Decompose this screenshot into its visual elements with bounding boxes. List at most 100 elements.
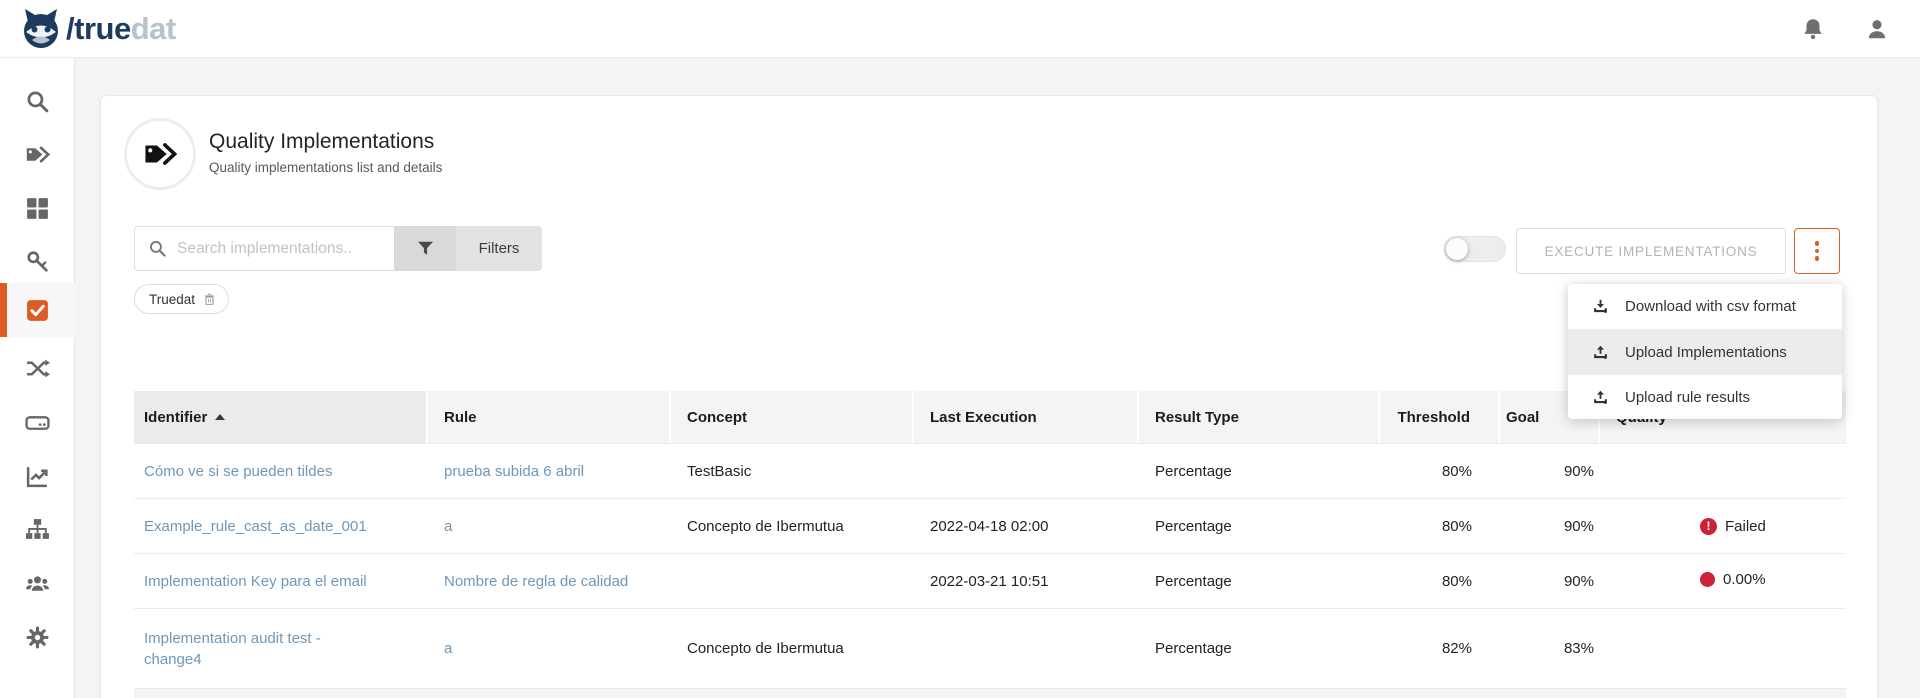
sidebar-item-search[interactable] <box>0 74 75 128</box>
sort-asc-icon <box>215 414 225 420</box>
sidebar-item-settings[interactable] <box>0 610 75 664</box>
sitemap-icon <box>25 517 50 542</box>
user-avatar-icon[interactable] <box>1864 16 1890 42</box>
topbar: /truedat <box>0 0 1920 58</box>
result-type-cell: Percentage <box>1139 640 1380 657</box>
rule-link[interactable]: prueba subida 6 abril <box>444 463 584 480</box>
logo-wordmark: /truedat <box>66 7 176 51</box>
hard-drive-icon <box>25 410 50 435</box>
quality-value-label: 0.00% <box>1723 571 1766 588</box>
implementation-link[interactable]: Implementation audit test - change4 <box>144 628 344 670</box>
failed-alert-icon: ! <box>1700 518 1717 535</box>
goal-cell: 90% <box>1500 573 1600 590</box>
search-icon <box>25 89 50 114</box>
filter-chip-label: Truedat <box>149 292 195 307</box>
tags-icon <box>143 139 177 169</box>
result-type-cell: Percentage <box>1139 573 1380 590</box>
last-execution-cell: 2022-03-21 10:51 <box>914 573 1139 590</box>
concept-cell: Concepto de Ibermutua <box>671 640 914 657</box>
app-root: /truedat <box>0 0 1920 698</box>
menu-item-label: Upload rule results <box>1625 389 1750 406</box>
actions-dropdown-menu: Download with csv format Upload Implemen… <box>1568 284 1842 419</box>
table-row[interactable]: Cómo ve si se pueden tildes prueba subid… <box>134 443 1846 498</box>
goal-cell: 90% <box>1500 463 1600 480</box>
implementation-link[interactable]: Cómo ve si se pueden tildes <box>144 463 332 480</box>
check-square-icon <box>25 298 50 323</box>
tags-icon <box>25 142 50 167</box>
filter-chip-truedat[interactable]: Truedat <box>134 284 229 314</box>
result-type-cell: Percentage <box>1139 518 1380 535</box>
search-box <box>134 226 394 271</box>
quality-cell: ! Failed <box>1600 517 1846 535</box>
sidebar-item-shuffle[interactable] <box>0 341 75 395</box>
sidebar-item-chart[interactable] <box>0 449 75 503</box>
sidebar-item-grid[interactable] <box>0 181 75 235</box>
quality-status-label: Failed <box>1725 518 1766 535</box>
threshold-cell: 80% <box>1380 463 1500 480</box>
grid-icon <box>25 196 50 221</box>
quality-implementations-card: Quality Implementations Quality implemen… <box>100 95 1878 698</box>
sidebar-item-quality[interactable] <box>0 283 75 337</box>
concept-cell: TestBasic <box>671 463 914 480</box>
truedat-logo[interactable]: /truedat <box>18 7 176 51</box>
implementations-table: Identifier Rule Concept Last Execution R… <box>134 391 1846 698</box>
menu-item-label: Upload Implementations <box>1625 344 1787 361</box>
sidebar-nav <box>0 58 75 698</box>
execute-toggle[interactable] <box>1444 236 1506 262</box>
filters-button[interactable]: Filters <box>456 226 542 271</box>
search-input[interactable] <box>177 240 377 258</box>
toggle-knob <box>1446 238 1468 260</box>
column-header-threshold[interactable]: Threshold <box>1380 391 1500 443</box>
last-execution-cell: 2022-04-18 02:00 <box>914 518 1139 535</box>
menu-item-label: Download with csv format <box>1625 298 1796 315</box>
chart-line-icon <box>25 464 50 489</box>
sidebar-item-sitemap[interactable] <box>0 502 75 556</box>
implementation-link[interactable]: Implementation Key para el email <box>144 573 367 590</box>
sidebar-item-storage[interactable] <box>0 395 75 449</box>
column-header-result-type[interactable]: Result Type <box>1139 391 1380 443</box>
upload-icon <box>1592 344 1609 361</box>
sidebar-item-users[interactable] <box>0 556 75 610</box>
threshold-cell: 80% <box>1380 518 1500 535</box>
goal-cell: 83% <box>1500 640 1600 657</box>
table-row[interactable]: Example_rule_cast_as_date_001 a Concepto… <box>134 498 1846 553</box>
error-dot-icon <box>1700 572 1715 587</box>
trash-icon[interactable] <box>203 293 216 306</box>
threshold-cell: 82% <box>1380 640 1500 657</box>
column-header-rule[interactable]: Rule <box>428 391 671 443</box>
rule-link[interactable]: a <box>444 640 452 657</box>
more-actions-button[interactable] <box>1794 228 1840 274</box>
gear-icon <box>25 625 50 650</box>
quality-cell: 0.00% <box>1600 571 1846 591</box>
column-header-identifier[interactable]: Identifier <box>134 391 428 443</box>
result-type-cell: Percentage <box>1139 463 1380 480</box>
execute-implementations-button[interactable]: EXECUTE IMPLEMENTATIONS <box>1516 228 1786 274</box>
owl-logo-icon <box>18 7 64 51</box>
key-icon <box>25 249 50 274</box>
next-row-partial <box>134 688 1846 698</box>
table-row[interactable]: Implementation audit test - change4 a Co… <box>134 608 1846 688</box>
menu-item-upload-implementations[interactable]: Upload Implementations <box>1568 329 1842 374</box>
concept-cell: Concepto de Ibermutua <box>671 518 914 535</box>
filters-funnel-button[interactable] <box>394 226 456 271</box>
menu-item-download-csv[interactable]: Download with csv format <box>1568 284 1842 329</box>
shuffle-icon <box>25 356 50 381</box>
rule-link[interactable]: a <box>444 518 452 535</box>
implementation-link[interactable]: Example_rule_cast_as_date_001 <box>144 518 367 535</box>
rule-link[interactable]: Nombre de regla de calidad <box>444 573 628 590</box>
column-header-concept[interactable]: Concept <box>671 391 914 443</box>
sidebar-item-tags[interactable] <box>0 127 75 181</box>
funnel-icon <box>416 239 435 258</box>
table-row[interactable]: Implementation Key para el email Nombre … <box>134 553 1846 608</box>
download-icon <box>1592 298 1609 315</box>
users-icon <box>25 571 50 596</box>
upload-icon <box>1592 389 1609 406</box>
menu-item-upload-rule-results[interactable]: Upload rule results <box>1568 374 1842 419</box>
sidebar-item-key[interactable] <box>0 234 75 288</box>
column-header-last-execution[interactable]: Last Execution <box>914 391 1139 443</box>
search-icon <box>148 239 167 258</box>
notifications-bell-icon[interactable] <box>1800 16 1826 42</box>
page-title: Quality Implementations <box>209 130 434 154</box>
goal-cell: 90% <box>1500 518 1600 535</box>
page-badge <box>124 118 196 190</box>
